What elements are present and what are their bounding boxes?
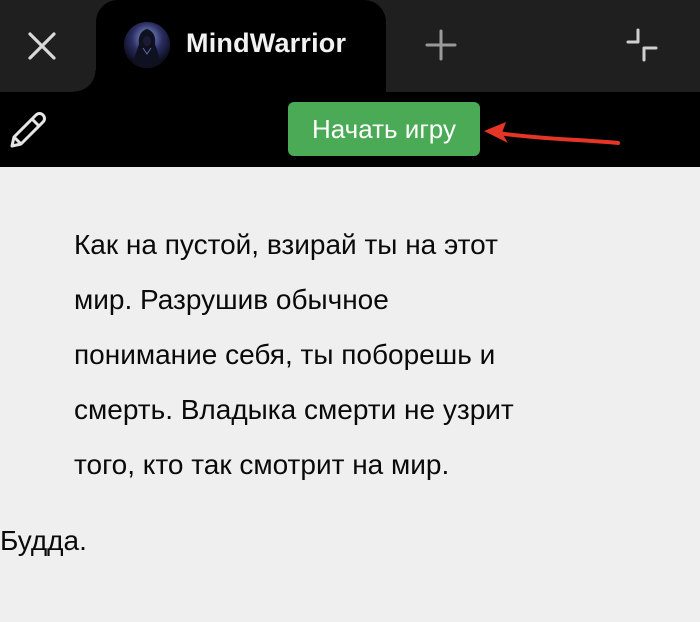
quote-line: того, кто так смотрит на мир. xyxy=(74,449,450,480)
start-game-button[interactable]: Начать игру xyxy=(288,102,480,156)
quote-line: понимание себя, ты поборешь и xyxy=(74,339,496,370)
pencil-icon xyxy=(10,112,46,148)
quote-text: Как на пустой, взирай ты на этот мир. Ра… xyxy=(74,217,634,492)
close-icon xyxy=(28,32,56,60)
toolbar: Начать игру xyxy=(0,92,700,167)
red-annotation-arrow xyxy=(484,122,620,145)
collapse-button[interactable] xyxy=(618,22,664,68)
tab-mindwarrior[interactable]: MindWarrior xyxy=(74,0,408,92)
quote-line: смерть. Владыка смерти не узрит xyxy=(74,394,514,425)
collapse-icon xyxy=(626,28,658,62)
quote-line: Как на пустой, взирай ты на этот xyxy=(74,229,498,260)
content-area: Как на пустой, взирай ты на этот мир. Ра… xyxy=(0,167,700,622)
tab-strip: MindWarrior xyxy=(0,0,700,92)
close-button[interactable] xyxy=(18,24,66,68)
quote-author: Будда. xyxy=(0,525,87,556)
plus-icon xyxy=(425,29,457,61)
quote-line: мир. Разрушив обычное xyxy=(74,284,389,315)
edit-button[interactable] xyxy=(2,104,54,156)
tab-title: MindWarrior xyxy=(186,28,347,58)
hooded-warrior-avatar-icon xyxy=(124,22,170,68)
new-tab-button[interactable] xyxy=(418,22,464,68)
